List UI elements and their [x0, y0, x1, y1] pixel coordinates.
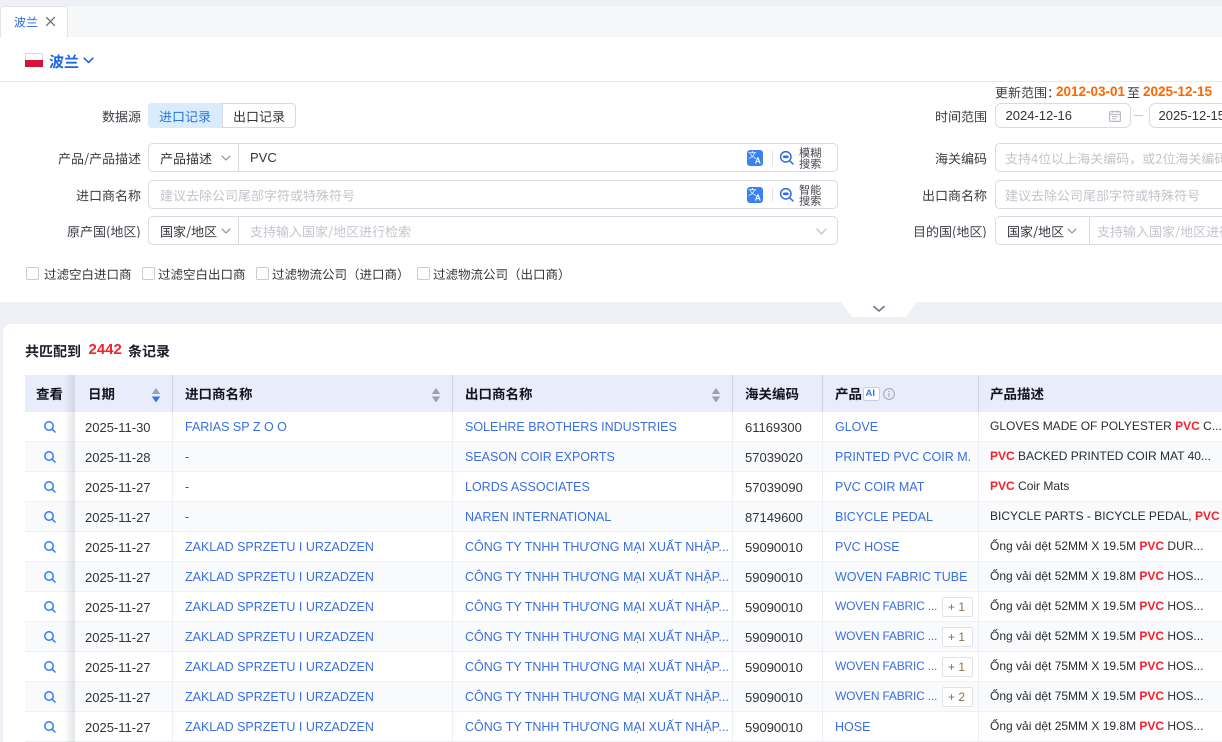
svg-text:A: A [755, 192, 761, 202]
svg-text:A: A [755, 155, 761, 165]
